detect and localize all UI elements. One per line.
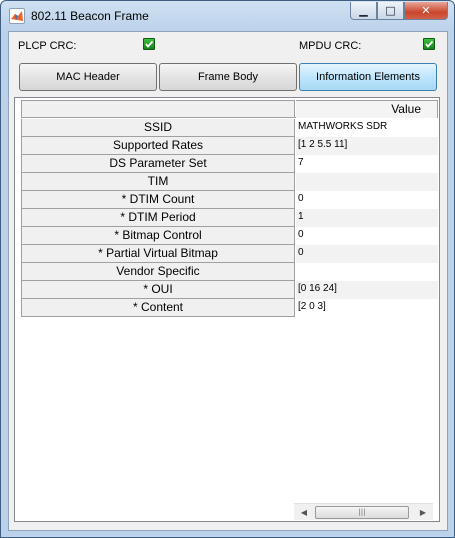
table-row[interactable]: Supported Rates [1 2 5.5 11] — [21, 137, 438, 155]
maximize-button[interactable]: □ — [377, 2, 404, 20]
value-column-header[interactable]: Value — [296, 100, 438, 118]
value-cell[interactable]: 0 — [296, 227, 438, 245]
table-row[interactable]: SSID MATHWORKS SDR — [21, 119, 438, 137]
value-cell[interactable]: 0 — [296, 191, 438, 209]
value-cell[interactable]: [2 0 3] — [296, 299, 438, 317]
figure-client-area: PLCP CRC: MPDU CRC: MAC Header Frame Bod… — [8, 31, 448, 531]
plcp-crc-label: PLCP CRC: — [18, 40, 77, 52]
value-cell[interactable] — [296, 263, 438, 281]
value-cell[interactable]: 7 — [296, 155, 438, 173]
mpdu-crc-label: MPDU CRC: — [299, 40, 362, 52]
tab-frame-body[interactable]: Frame Body — [159, 63, 297, 91]
row-header: SSID — [21, 119, 295, 137]
plcp-crc-checkbox[interactable] — [143, 38, 155, 50]
table-row[interactable]: * Bitmap Control 0 — [21, 227, 438, 245]
scroll-left-arrow-icon[interactable]: ◀ — [296, 505, 312, 520]
table-row[interactable]: * DTIM Period 1 — [21, 209, 438, 227]
row-header: Vendor Specific — [21, 263, 295, 281]
mpdu-crc-checkbox[interactable] — [423, 38, 435, 50]
tab-mac-header[interactable]: MAC Header — [19, 63, 157, 91]
value-cell[interactable]: [0 16 24] — [296, 281, 438, 299]
information-elements-table[interactable]: Value SSID MATHWORKS SDR Supported Rates… — [14, 97, 440, 522]
close-button[interactable]: ✕ — [404, 2, 448, 20]
row-header: * Bitmap Control — [21, 227, 295, 245]
table-row[interactable]: * Partial Virtual Bitmap 0 — [21, 245, 438, 263]
table-row[interactable]: DS Parameter Set 7 — [21, 155, 438, 173]
value-cell[interactable]: 1 — [296, 209, 438, 227]
row-header: * Content — [21, 299, 295, 317]
matlab-icon — [9, 8, 25, 24]
value-cell[interactable] — [296, 173, 438, 191]
minimize-button[interactable]: ▁ — [350, 2, 377, 20]
row-header: * OUI — [21, 281, 295, 299]
table-row[interactable]: * Content [2 0 3] — [21, 299, 438, 317]
value-cell[interactable]: [1 2 5.5 11] — [296, 137, 438, 155]
tab-information-elements[interactable]: Information Elements — [299, 63, 437, 91]
row-header: * Partial Virtual Bitmap — [21, 245, 295, 263]
horizontal-scrollbar[interactable]: ◀ ||| ▶ — [294, 503, 433, 520]
row-header: * DTIM Period — [21, 209, 295, 227]
app-window: 802.11 Beacon Frame ▁ □ ✕ PLCP CRC: MPDU… — [0, 0, 455, 538]
table-header: Value — [21, 100, 438, 118]
table-row[interactable]: TIM — [21, 173, 438, 191]
value-cell[interactable]: MATHWORKS SDR — [296, 119, 438, 137]
table-row[interactable]: * DTIM Count 0 — [21, 191, 438, 209]
window-title: 802.11 Beacon Frame — [31, 9, 149, 23]
row-header: Supported Rates — [21, 137, 295, 155]
row-header: DS Parameter Set — [21, 155, 295, 173]
table-row[interactable]: Vendor Specific — [21, 263, 438, 281]
row-header: TIM — [21, 173, 295, 191]
table-row[interactable]: * OUI [0 16 24] — [21, 281, 438, 299]
value-cell[interactable]: 0 — [296, 245, 438, 263]
scroll-right-arrow-icon[interactable]: ▶ — [415, 505, 431, 520]
scrollbar-thumb[interactable]: ||| — [315, 506, 409, 519]
title-bar[interactable]: 802.11 Beacon Frame ▁ □ ✕ — [1, 1, 454, 31]
table-corner — [21, 100, 295, 118]
row-header: * DTIM Count — [21, 191, 295, 209]
